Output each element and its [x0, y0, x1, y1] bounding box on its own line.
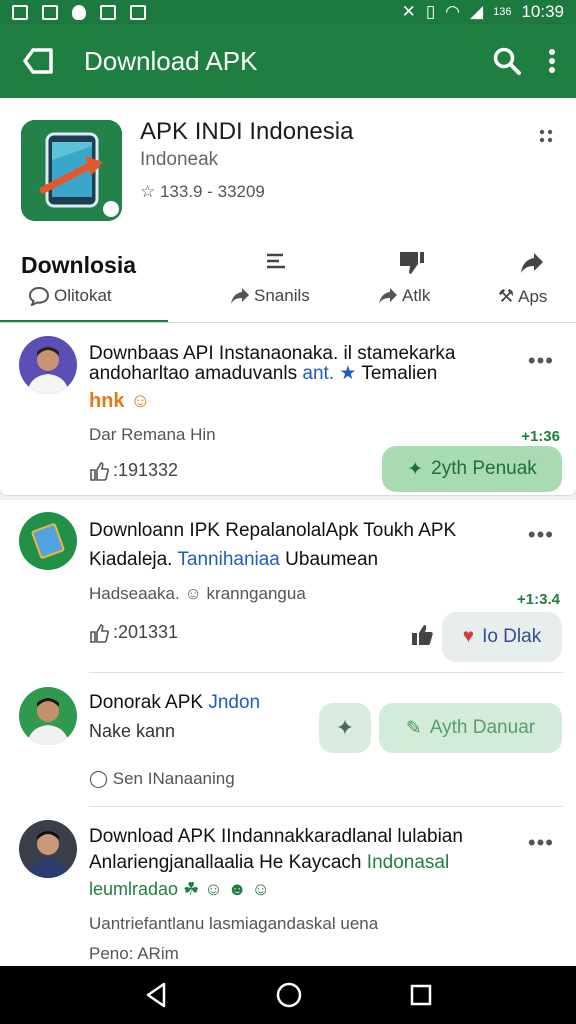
back-icon: [23, 48, 53, 74]
thumbs-up-icon[interactable]: [410, 624, 434, 646]
thumbs-up-icon: [90, 461, 109, 481]
divider: [89, 806, 563, 807]
tab-row: Downlosia Olitokat Snanils Atlk ⚒ Aps: [0, 238, 576, 324]
app-header-card: APK INDI Indonesia Indoneak ☆ 133.9 - 33…: [0, 98, 576, 496]
app-rating: ☆ 133.9 - 33209: [140, 182, 265, 201]
back-nav-icon[interactable]: [144, 982, 168, 1008]
post-tag: leumlradao ☘ ☺ ☻ ☺: [89, 879, 270, 899]
comment-icon: ◯: [89, 769, 109, 788]
avatar[interactable]: [19, 820, 77, 878]
sparkle-icon: ✦: [407, 458, 424, 480]
app-bar: Download APK: [0, 24, 576, 98]
tab-label: Olitokat: [54, 286, 112, 305]
post-subtitle: Nake kann: [89, 721, 176, 741]
vibrate-icon: ▯: [425, 2, 436, 21]
share-icon: [379, 288, 397, 304]
wifi-icon: ◠: [445, 2, 461, 21]
emoji-icon: ☺: [130, 390, 151, 412]
divider: [89, 672, 563, 673]
tools-icon: ⚒: [498, 286, 515, 306]
more-vert-icon[interactable]: [548, 48, 556, 74]
tabs-heading: Downlosia: [21, 252, 137, 278]
post-title: Donorak APK Jndon: [89, 692, 261, 713]
home-nav-icon[interactable]: [276, 982, 302, 1008]
download-button[interactable]: ✎ Ayth Danuar: [379, 703, 562, 753]
dislike-icon: [400, 252, 424, 274]
tab-share[interactable]: Snanils: [230, 286, 310, 306]
clock: 10:39: [521, 2, 564, 21]
share-button[interactable]: ✦: [319, 703, 371, 753]
comment-icon: [28, 286, 50, 306]
list-icon: [267, 253, 285, 269]
divider: [0, 322, 576, 323]
status-bar: ✕ ▯ ◠ ◢ 136 10:39: [0, 0, 576, 24]
like-count[interactable]: :201331: [89, 622, 178, 643]
share-icon: [231, 288, 249, 304]
thumbs-up-icon: [90, 623, 109, 643]
post-title-line2: Kiadaleja. Tannihaniaa Ubaumean: [89, 549, 379, 570]
heart-icon: ♥: [462, 626, 475, 647]
more-options-button[interactable]: •••: [528, 522, 554, 548]
post-meta: ◯ Sen INanaaning: [89, 769, 235, 788]
tab-apps[interactable]: ⚒ Aps: [498, 286, 547, 307]
forward-icon: [521, 253, 543, 273]
post-time: +1:3.4: [517, 591, 560, 608]
page-title: Download APK: [84, 45, 258, 76]
app-name: APK INDI Indonesia: [140, 118, 354, 145]
grid-icon[interactable]: [538, 128, 554, 144]
tab-label: Atlk: [402, 286, 431, 305]
sparkle-icon: ✦: [335, 715, 355, 740]
post-time: +1:36: [521, 428, 560, 445]
recents-nav-icon[interactable]: [410, 984, 432, 1006]
system-nav-bar: [0, 966, 576, 1024]
post-meta: Uantriefantlanu lasmiagandaskal uena: [89, 914, 379, 933]
app-icon[interactable]: [21, 120, 122, 221]
post-meta: Dar Remana Hin: [89, 425, 216, 444]
post-title-line2: Anlariengjanallaalia He Kaycach Indonasa…: [89, 852, 450, 873]
post-tag: hnk ☺: [89, 390, 151, 412]
more-options-button[interactable]: •••: [528, 348, 554, 374]
emoji-icon: ☘ ☺ ☻ ☺: [183, 879, 270, 899]
signal-icon: ◢: [470, 2, 484, 21]
tab-comments[interactable]: Olitokat: [28, 286, 112, 306]
app-developer: Indoneak: [140, 149, 219, 170]
dislike-button[interactable]: ♥ Io Dlak: [442, 612, 562, 662]
avatar[interactable]: [19, 336, 77, 394]
search-icon[interactable]: [492, 46, 522, 76]
battery-text: 136: [493, 6, 512, 18]
image-icon: [12, 4, 28, 20]
app-avatar[interactable]: [19, 512, 77, 570]
feed-card: Downloann IPK RepalanolalApk Toukh APK K…: [0, 500, 576, 966]
more-options-button[interactable]: •••: [528, 830, 554, 856]
tab-forward[interactable]: Atlk: [378, 286, 430, 306]
shield-icon: [72, 4, 86, 20]
avatar[interactable]: [19, 687, 77, 745]
tab-label: Snanils: [254, 286, 310, 305]
download-button[interactable]: ✦ 2yth Penuak: [382, 446, 562, 492]
back-button[interactable]: [0, 24, 76, 98]
download-icon: [100, 4, 116, 20]
post-title: Downloann IPK RepalanolalApk Toukh APK: [89, 520, 457, 541]
post-title-line2: andoharltao amaduvanls ant. ★ Temalien: [89, 363, 438, 384]
post-meta: Hadseaaka. ☺ kranngangua: [89, 584, 306, 603]
post-title: Download APK IIndannakkaradlanal lulabia…: [89, 826, 463, 847]
mute-icon: ✕: [401, 2, 416, 21]
like-count[interactable]: :191332: [89, 460, 178, 481]
gallery-icon: [130, 4, 146, 20]
tab-label: Aps: [518, 286, 548, 306]
edit-icon: ✎: [405, 717, 422, 739]
post-title: Downbaas API Instanaonaka. il stamekarka: [89, 343, 456, 364]
post-meta-secondary: Peno: ARim: [89, 944, 179, 963]
sim-icon: [42, 4, 58, 20]
